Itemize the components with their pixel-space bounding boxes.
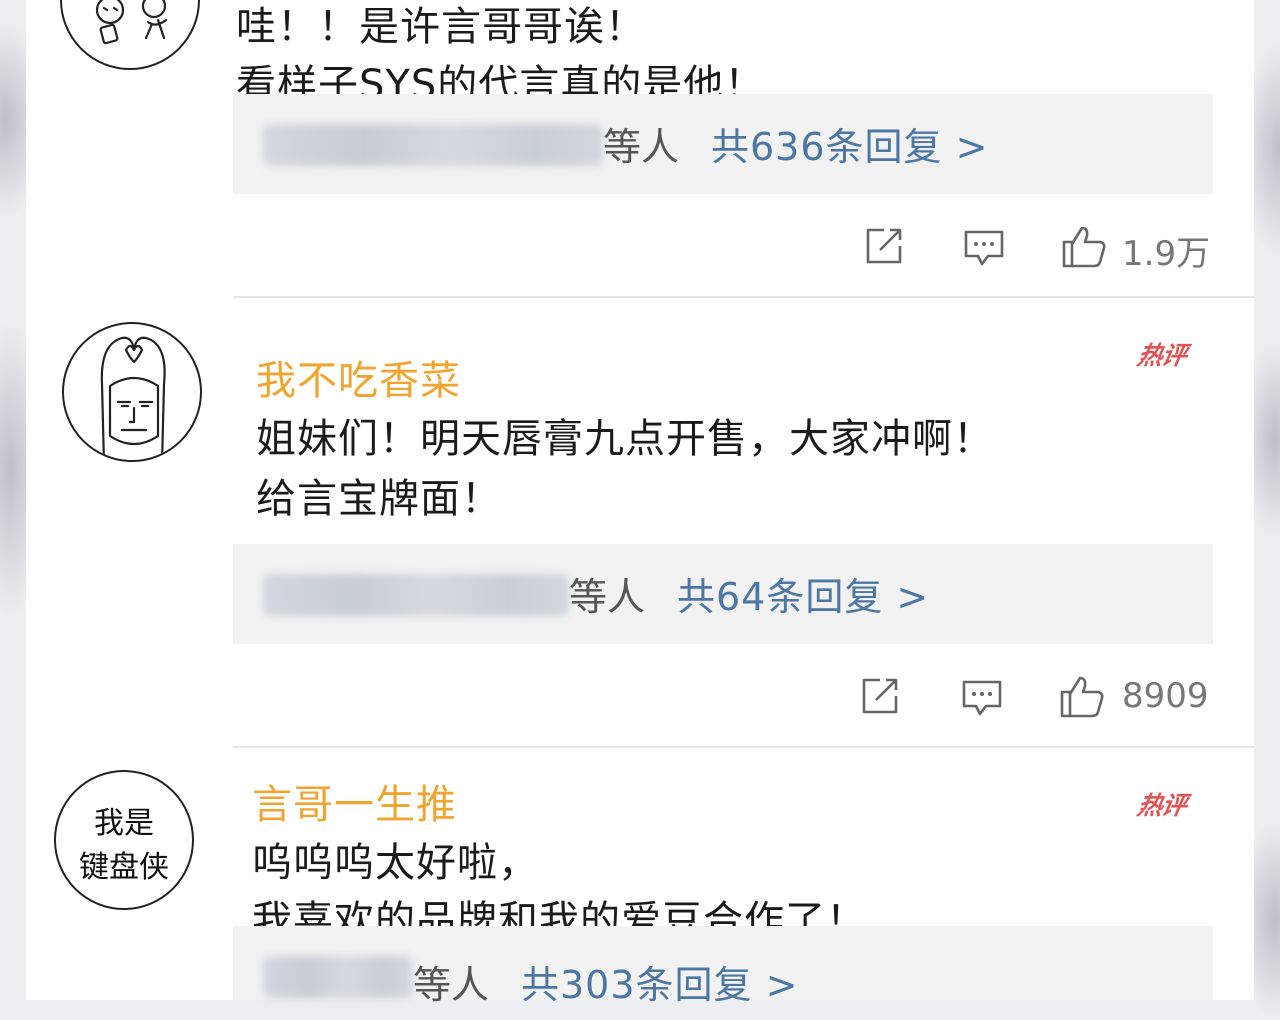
- like-count: 8909: [1122, 676, 1209, 716]
- view-replies-link[interactable]: 共636条回复 >: [711, 116, 988, 171]
- comment-list: 哇！！是许言哥哥诶！ 看样子SYS的代言真的是他！ 等人 共636条回复 > 1…: [26, 0, 1254, 1007]
- blurred-reply-names: [263, 124, 603, 166]
- meme-doodle-avatar: [95, 0, 168, 45]
- avatar[interactable]: [62, 322, 202, 462]
- meme-face-heart-avatar: [100, 336, 166, 460]
- comment-text-line: 给言宝牌面！: [256, 476, 502, 522]
- thumbs-up-icon[interactable]: [1058, 672, 1106, 720]
- comment-icon[interactable]: [962, 224, 1006, 268]
- thumbs-up-icon[interactable]: [1060, 222, 1108, 270]
- username[interactable]: 我不吃香菜: [256, 348, 461, 406]
- comment-item: 我是 键盘侠 言哥一生推 热评 呜呜呜太好啦， 我喜欢的品牌和我的爱豆合作了！ …: [26, 748, 1254, 1007]
- reply-preview[interactable]: 等人 共303条回复 >: [233, 926, 1213, 1007]
- comment-text-line: 呜呜呜太好啦，: [252, 840, 539, 886]
- username[interactable]: 言哥一生推: [252, 772, 457, 830]
- view-replies-link[interactable]: 共64条回复 >: [677, 566, 929, 621]
- comment-text-line: 姐妹们！明天唇膏九点开售，大家冲啊！: [256, 416, 994, 462]
- view-replies-link[interactable]: 共303条回复 >: [521, 954, 798, 1009]
- hot-comment-badge: 热评: [1135, 341, 1189, 370]
- reply-preview[interactable]: 等人 共636条回复 >: [233, 94, 1213, 194]
- reply-etc-label: 等人: [413, 963, 490, 1007]
- comment-text-line: 哇！！是许言哥哥诶！: [236, 4, 646, 50]
- comment-item: 我不吃香菜 热评 姐妹们！明天唇膏九点开售，大家冲啊！ 给言宝牌面！ 等人 共6…: [26, 298, 1254, 748]
- like-count: 1.9万: [1122, 234, 1211, 274]
- share-icon[interactable]: [862, 224, 906, 268]
- blurred-reply-names: [263, 574, 569, 616]
- blurred-reply-names: [263, 956, 413, 998]
- reply-etc-label: 等人: [569, 575, 646, 619]
- hot-comment-badge: 热评: [1135, 791, 1189, 820]
- comment-item: 哇！！是许言哥哥诶！ 看样子SYS的代言真的是他！ 等人 共636条回复 > 1…: [26, 0, 1254, 298]
- comment-icon[interactable]: [960, 674, 1004, 718]
- avatar-text-line: 键盘侠: [79, 850, 169, 885]
- avatar[interactable]: [60, 0, 200, 70]
- avatar[interactable]: 我是 键盘侠: [54, 770, 194, 910]
- reply-preview[interactable]: 等人 共64条回复 >: [233, 544, 1213, 644]
- reply-etc-label: 等人: [603, 125, 680, 169]
- share-icon[interactable]: [858, 674, 902, 718]
- avatar-text-line: 我是: [94, 806, 154, 841]
